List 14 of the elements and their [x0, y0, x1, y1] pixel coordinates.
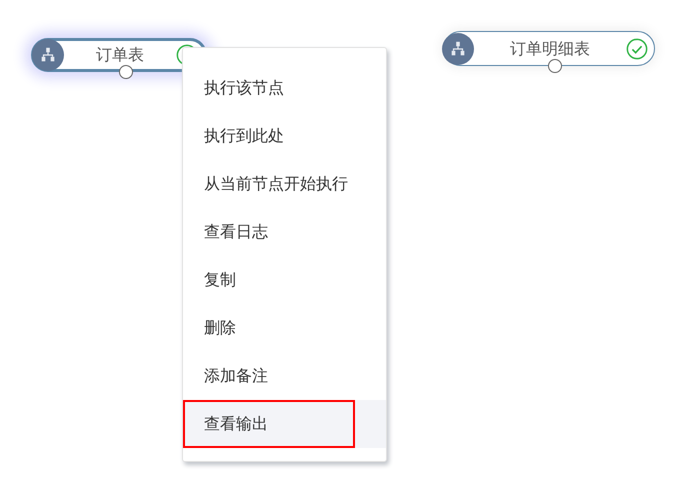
table-node[interactable]: 订单明细表: [443, 31, 655, 66]
node-label: 订单明细表: [509, 38, 591, 60]
menu-item[interactable]: 查看日志: [183, 208, 386, 256]
menu-item[interactable]: 从当前节点开始执行: [183, 160, 386, 208]
output-port[interactable]: [119, 65, 133, 79]
menu-item[interactable]: 删除: [183, 304, 386, 352]
menu-item[interactable]: 执行到此处: [183, 112, 386, 160]
table-icon: [32, 39, 64, 71]
menu-item[interactable]: 查看输出: [183, 400, 386, 448]
node-label: 订单表: [95, 44, 145, 66]
table-icon: [442, 32, 474, 64]
output-port[interactable]: [548, 59, 562, 73]
menu-item[interactable]: 添加备注: [183, 352, 386, 400]
menu-item[interactable]: 复制: [183, 256, 386, 304]
